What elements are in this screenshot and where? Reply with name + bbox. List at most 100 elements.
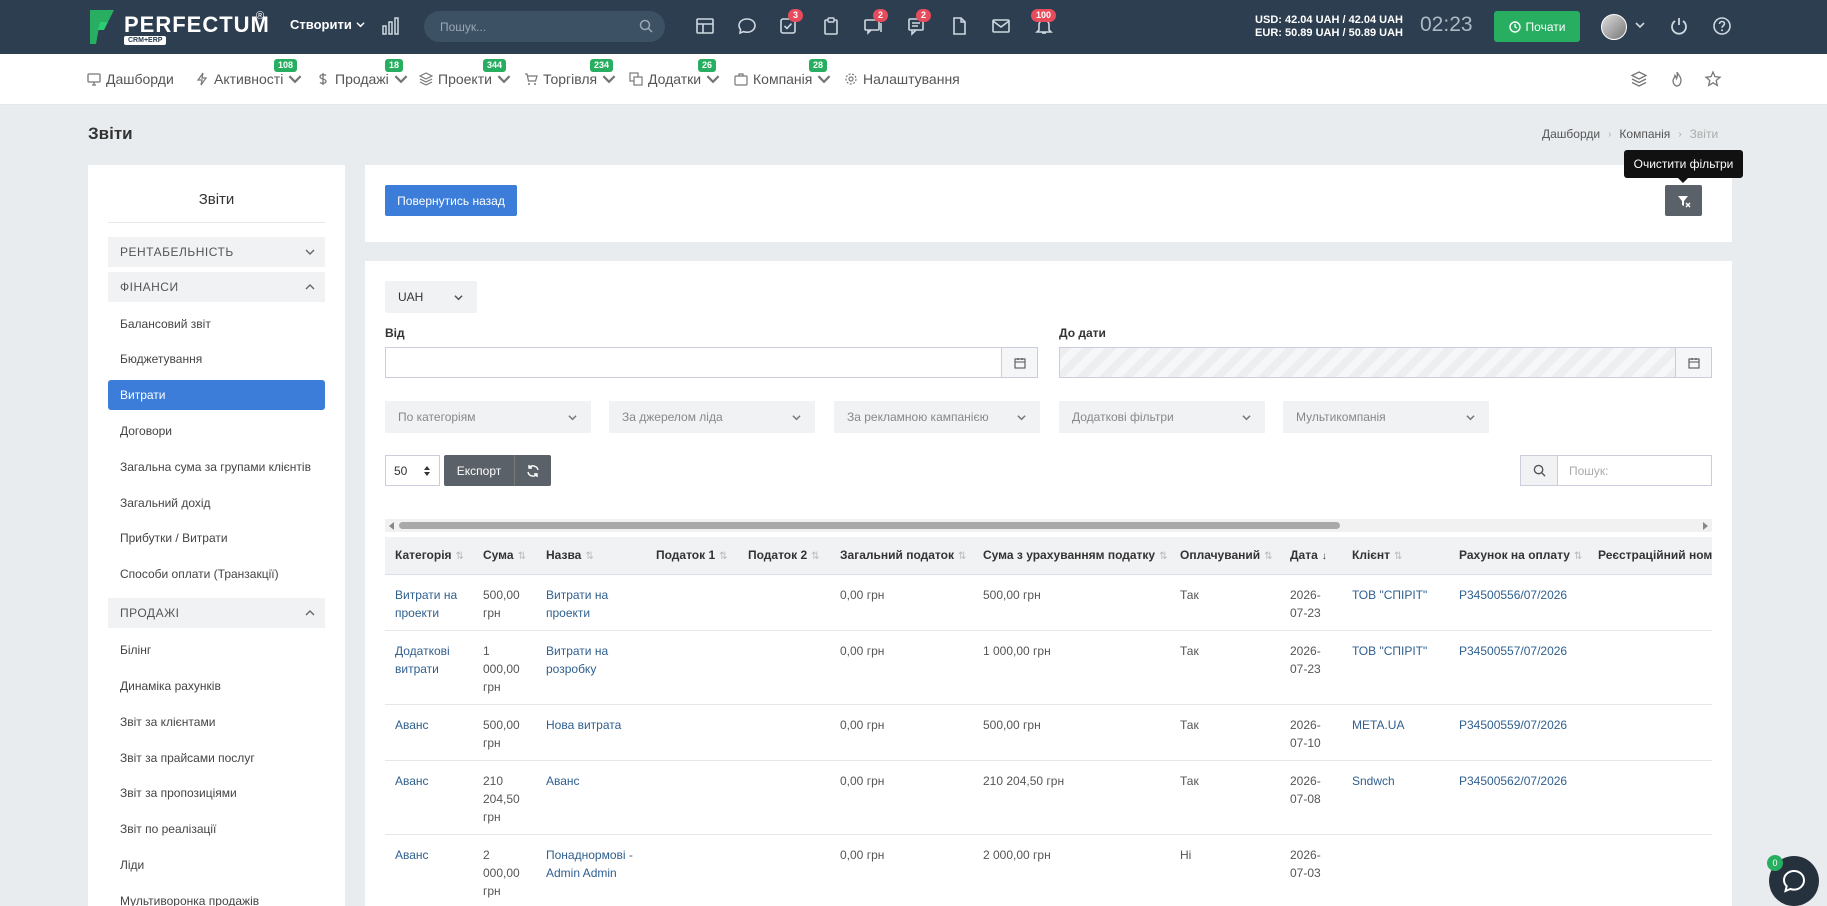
table-row[interactable]: Аванс 210 204,50 грн Аванс 0,00 грн 210 204,… <box>385 760 1712 835</box>
breadcrumb-dashboards[interactable]: Дашборди <box>1542 127 1600 141</box>
clipboard-icon[interactable] <box>820 15 842 37</box>
table-row[interactable]: Додаткові витрати 1 000,00 грн Витрати на … <box>385 630 1712 705</box>
avatar[interactable] <box>1601 14 1627 40</box>
bar-chart-icon[interactable] <box>381 16 401 36</box>
nav-activities[interactable]: Активності 108 <box>195 59 302 87</box>
cell-name[interactable]: Витрати на розробку <box>536 630 646 705</box>
back-button[interactable]: Повернутись назад <box>385 185 517 216</box>
scroll-left-icon[interactable] <box>389 522 394 530</box>
nav-addons[interactable]: Додатки 26 <box>629 59 720 87</box>
section-finance[interactable]: ФІНАНСИ <box>108 272 325 302</box>
column-header[interactable]: Податок 1 ⇅ <box>646 537 738 575</box>
nav-projects[interactable]: Проекти 344 <box>419 59 511 87</box>
column-header[interactable]: Податок 2 ⇅ <box>738 537 830 575</box>
table-row[interactable]: Витрати на проекти 500,00 грн Витрати на п… <box>385 574 1712 631</box>
create-dropdown[interactable]: Створити <box>290 17 365 32</box>
table-icon[interactable] <box>694 15 716 37</box>
mail-icon[interactable] <box>990 15 1012 37</box>
sidebar-item-by-proposals[interactable]: Звіт за пропозиціями <box>108 778 325 808</box>
nav-trade[interactable]: Торгівля 234 <box>524 59 616 87</box>
per-page-select[interactable]: 50 <box>385 455 440 486</box>
scroll-right-icon[interactable] <box>1703 522 1708 530</box>
column-header[interactable]: Клієнт ⇅ <box>1342 537 1449 575</box>
start-timer-button[interactable]: Почати <box>1494 11 1580 42</box>
sidebar-item-client-groups[interactable]: Загальна сума за групами клієнтів <box>108 452 325 482</box>
horizontal-scrollbar[interactable] <box>385 519 1712 532</box>
sidebar-item-invoice-dynamics[interactable]: Динаміка рахунків <box>108 671 325 701</box>
table-search-input[interactable] <box>1558 456 1711 485</box>
to-date-input[interactable] <box>1059 347 1676 378</box>
sidebar-item-leads[interactable]: Ліди <box>108 850 325 880</box>
to-date-picker-button[interactable] <box>1675 347 1712 378</box>
sidebar-item-contracts[interactable]: Договори <box>108 416 325 446</box>
section-sales[interactable]: ПРОДАЖІ <box>108 598 325 628</box>
messages-icon[interactable]: 2 <box>862 9 889 37</box>
cell-client[interactable]: META.UA <box>1342 704 1449 761</box>
column-header[interactable]: Реєстраційний номе <box>1588 537 1712 575</box>
nav-sales[interactable]: Продажі 18 <box>316 59 408 87</box>
cell-invoice[interactable]: P34500556/07/2026 <box>1449 574 1588 631</box>
lead-source-filter[interactable]: За джерелом ліда <box>609 401 815 433</box>
cell-name[interactable]: Аванс <box>536 760 646 835</box>
cell-client[interactable]: Sndwch <box>1342 760 1449 835</box>
cell-invoice[interactable] <box>1449 834 1588 906</box>
sidebar-item-by-clients[interactable]: Звіт за клієнтами <box>108 707 325 737</box>
cell-client[interactable]: ТОВ "СПІРІТ" <box>1342 630 1449 705</box>
comments-icon[interactable]: 2 <box>905 9 932 37</box>
column-header[interactable]: Назва ⇅ <box>536 537 646 575</box>
clear-filters-button[interactable] <box>1665 185 1702 216</box>
from-date-input[interactable] <box>385 347 1002 378</box>
table-search[interactable] <box>1557 455 1712 486</box>
chat-icon[interactable] <box>736 15 758 37</box>
currency-select[interactable]: UAH <box>385 281 477 313</box>
breadcrumb-company[interactable]: Компанія <box>1619 127 1670 141</box>
table-row[interactable]: Аванс 500,00 грн Нова витрата 0,00 грн 500,0… <box>385 704 1712 761</box>
chevron-down-icon[interactable] <box>1635 20 1645 30</box>
cell-invoice[interactable]: P34500559/07/2026 <box>1449 704 1588 761</box>
additional-filter[interactable]: Додаткові фільтри <box>1059 401 1265 433</box>
cell-invoice[interactable]: P34500562/07/2026 <box>1449 760 1588 835</box>
campaign-filter[interactable]: За рекламною кампанією <box>834 401 1040 433</box>
column-header[interactable]: Сума ⇅ <box>473 537 536 575</box>
cell-name[interactable]: Понаднормові - Admin Admin <box>536 834 646 906</box>
table-row[interactable]: Аванс 2 000,00 грн Понаднормові - Admin Ad… <box>385 834 1712 906</box>
file-icon[interactable] <box>948 15 970 37</box>
cell-cat[interactable]: Аванс <box>385 834 473 906</box>
column-header[interactable]: Категорія ⇅ <box>385 537 473 575</box>
logo[interactable]: PERFECTUM CRM+ERP ® <box>88 8 269 46</box>
cell-client[interactable] <box>1342 834 1449 906</box>
sidebar-item-realization[interactable]: Звіт по реалізації <box>108 814 325 844</box>
column-header[interactable]: Сума з урахуванням податку ⇅ <box>973 537 1170 575</box>
fire-icon[interactable] <box>1668 70 1686 88</box>
cell-cat[interactable]: Витрати на проекти <box>385 574 473 631</box>
global-search[interactable] <box>424 11 665 42</box>
sidebar-item-multifunnel[interactable]: Мультиворонка продажів <box>108 886 325 906</box>
table-search-button[interactable] <box>1520 455 1558 486</box>
sidebar-item-payment-methods[interactable]: Способи оплати (Транзакції) <box>108 559 325 589</box>
layers-icon[interactable] <box>1630 70 1648 88</box>
scrollbar-thumb[interactable] <box>399 522 1340 529</box>
sidebar-item-billing[interactable]: Білінг <box>108 635 325 665</box>
nav-dashboards[interactable]: Дашборди <box>87 71 174 87</box>
help-icon[interactable] <box>1711 15 1733 37</box>
export-button[interactable]: Експорт <box>444 455 514 486</box>
column-header-date[interactable]: Дата ↓ <box>1280 537 1342 575</box>
notifications-icon[interactable]: 100 <box>1031 9 1057 37</box>
star-icon[interactable] <box>1704 70 1722 88</box>
sidebar-item-total-income[interactable]: Загальний дохід <box>108 488 325 518</box>
sidebar-item-profit-expenses[interactable]: Прибутки / Витрати <box>108 523 325 553</box>
sidebar-item-balance[interactable]: Балансовий звіт <box>108 309 325 339</box>
column-header[interactable]: Рахунок на оплату ⇅ <box>1449 537 1588 575</box>
cell-cat[interactable]: Аванс <box>385 760 473 835</box>
cell-cat[interactable]: Аванс <box>385 704 473 761</box>
nav-settings[interactable]: Налаштування <box>844 71 960 87</box>
cell-cat[interactable]: Додаткові витрати <box>385 630 473 705</box>
cell-name[interactable]: Витрати на проекти <box>536 574 646 631</box>
refresh-button[interactable] <box>514 455 551 486</box>
global-search-input[interactable] <box>424 11 624 42</box>
cell-client[interactable]: ТОВ "СПІРІТ" <box>1342 574 1449 631</box>
column-header[interactable]: Загальний податок ⇅ <box>830 537 973 575</box>
power-icon[interactable] <box>1668 15 1690 37</box>
tasks-icon[interactable]: 3 <box>777 9 804 37</box>
column-header[interactable]: Оплачуваний ⇅ <box>1170 537 1280 575</box>
